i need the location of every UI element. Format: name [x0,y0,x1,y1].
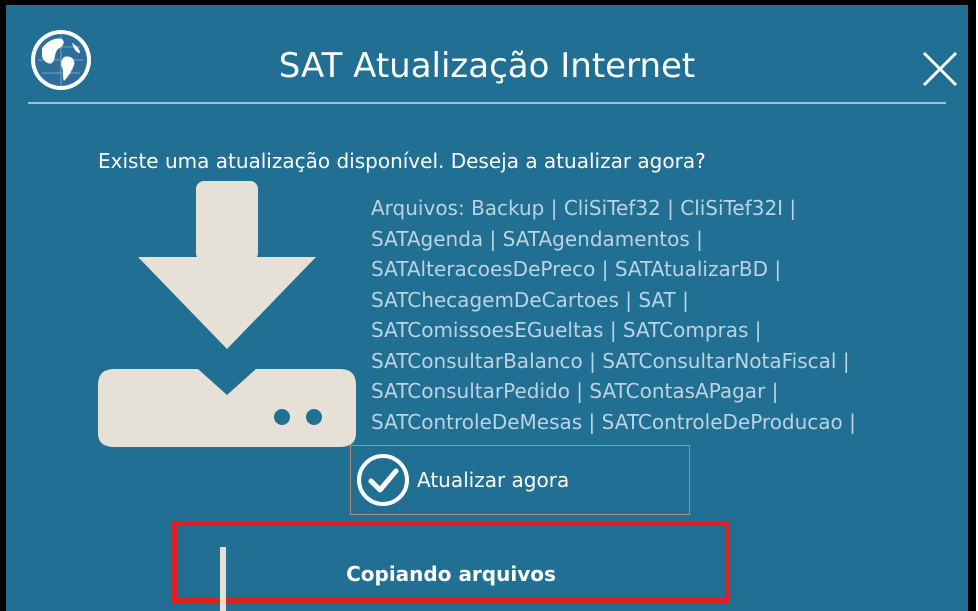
files-list: Arquivos: Backup | CliSiTef32 | CliSiTef… [371,193,956,437]
files-list-line: SATChecagemDeCartoes | SAT | [371,287,689,312]
update-dialog: SAT Atualização Internet Existe uma atua… [6,5,968,611]
files-list-line: SATConsultarBalanco | SATConsultarNotaFi… [371,348,850,373]
window-frame: SAT Atualização Internet Existe uma atua… [0,0,976,611]
files-list-line: SATConsultarPedido | SATContasAPagar | [371,379,779,403]
files-list-line: SATAlteracoesDePreco | SATAtualizarBD | [371,257,782,281]
check-circle-icon [357,454,409,506]
title-divider [28,102,946,104]
files-list-line: Arquivos: Backup | CliSiTef32 | CliSiTef… [371,196,797,220]
copy-progress: Copiando arquivos [172,521,730,611]
progress-label: Copiando arquivos [346,562,556,586]
close-icon[interactable] [920,49,960,89]
update-question: Existe uma atualização disponível. Desej… [98,149,706,173]
update-now-label: Atualizar agora [417,468,570,492]
update-now-button[interactable]: Atualizar agora [350,445,690,515]
files-list-line: SATControleDeMesas | SATControleDeProduc… [371,409,856,434]
dialog-title: SAT Atualização Internet [278,46,696,86]
files-list-line: SATAgenda | SATAgendamentos | [371,226,703,251]
download-icon [98,181,356,447]
files-list-line: SATComissoesEGueltas | SATCompras | [371,318,762,342]
